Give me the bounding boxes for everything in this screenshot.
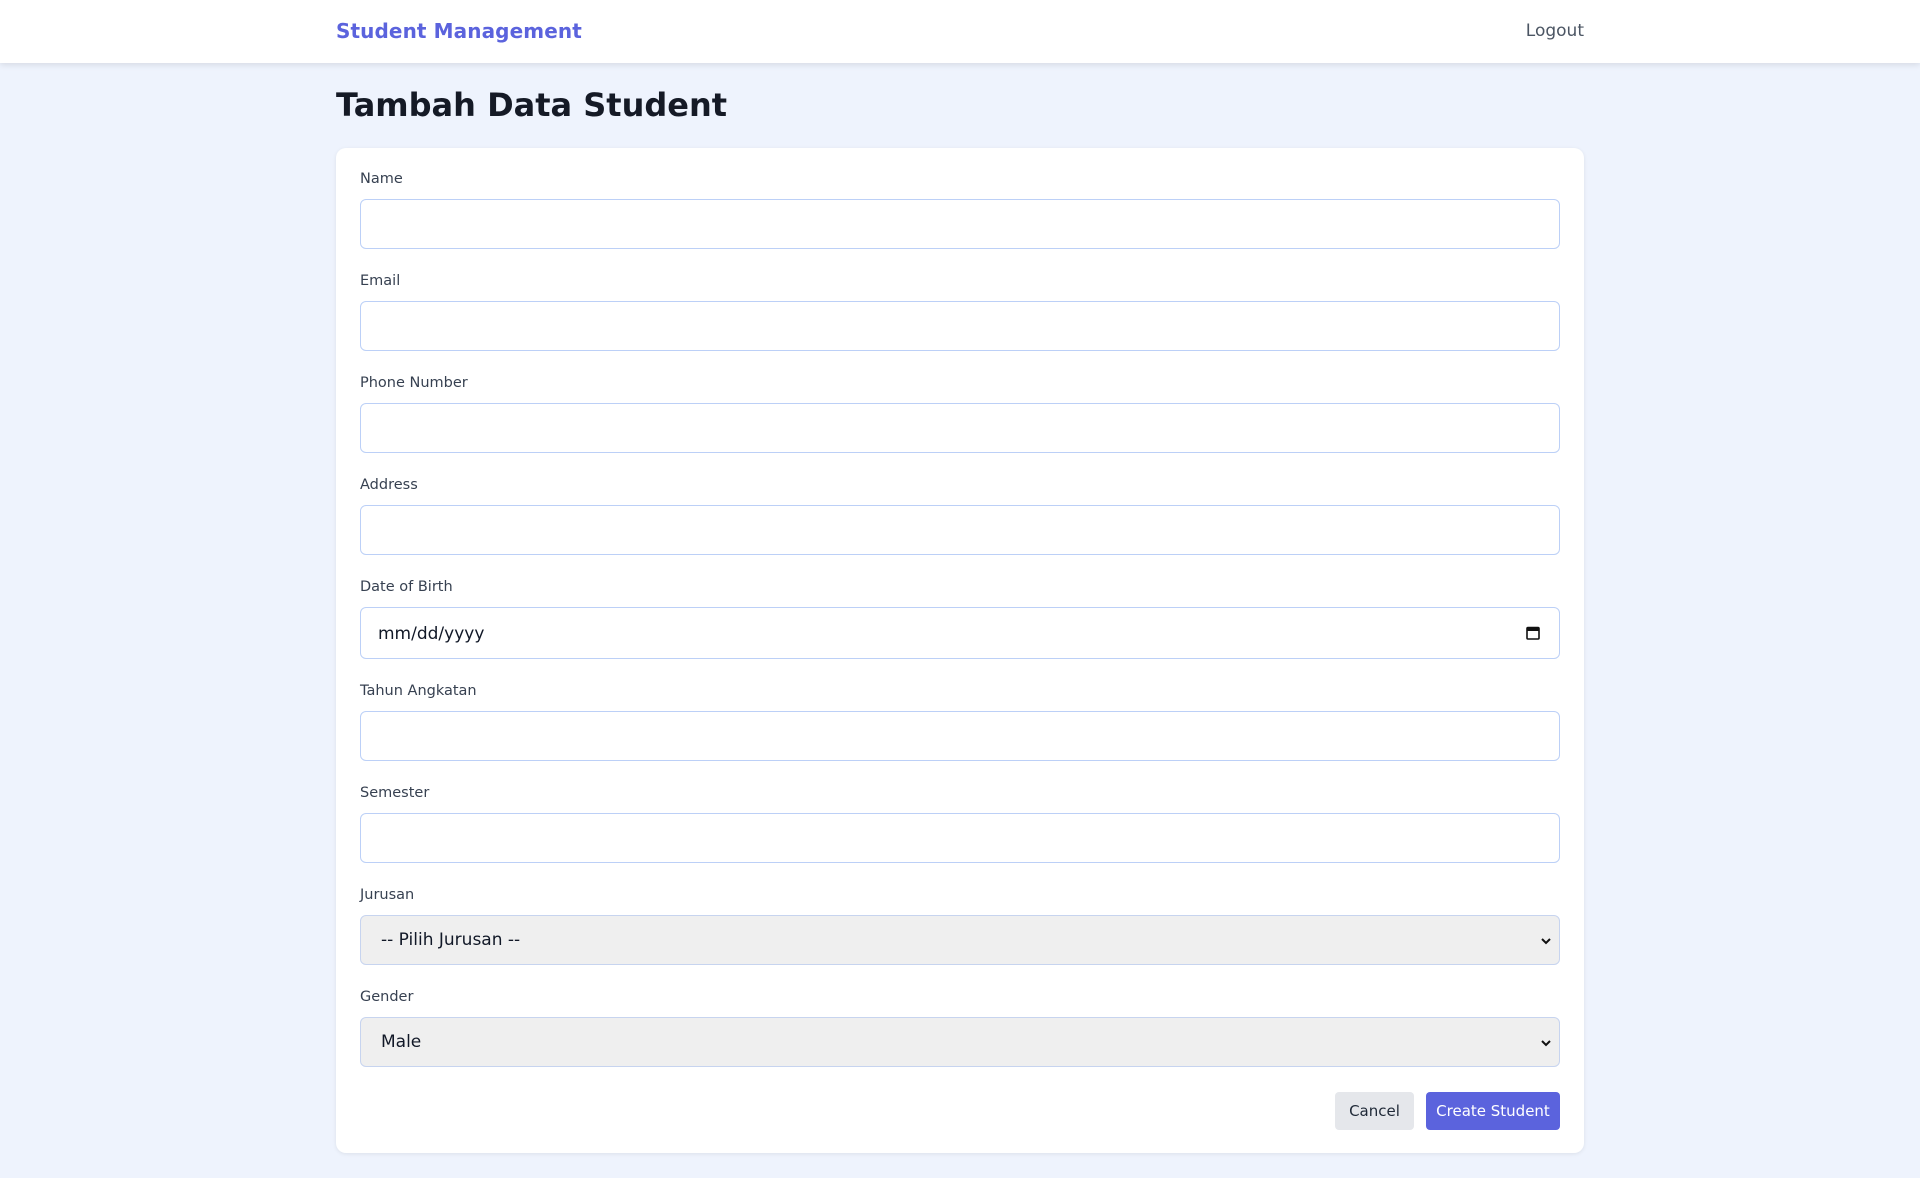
- phone-number-input[interactable]: [360, 403, 1560, 453]
- name-label: Name: [360, 171, 403, 187]
- address-label: Address: [360, 477, 418, 493]
- email-input[interactable]: [360, 301, 1560, 351]
- email-field-group: Email: [360, 271, 1560, 351]
- top-navbar: Student Management Logout: [0, 0, 1920, 63]
- logout-button[interactable]: Logout: [1526, 21, 1584, 41]
- student-form-card: Name Email Phone Number Address Date of …: [336, 148, 1584, 1153]
- chevron-down-icon: [1541, 938, 1551, 945]
- jurusan-select[interactable]: -- Pilih Jurusan --: [360, 915, 1560, 965]
- jurusan-label: Jurusan: [360, 887, 415, 903]
- cancel-button[interactable]: Cancel: [1335, 1092, 1414, 1130]
- date-of-birth-label: Date of Birth: [360, 579, 453, 595]
- create-student-button[interactable]: Create Student: [1426, 1092, 1560, 1130]
- date-of-birth-input[interactable]: mm/dd/yyyy: [360, 607, 1560, 659]
- semester-field-group: Semester: [360, 783, 1560, 863]
- phone-number-label: Phone Number: [360, 375, 468, 391]
- name-input[interactable]: [360, 199, 1560, 249]
- tahun-angkatan-field-group: Tahun Angkatan: [360, 681, 1560, 761]
- chevron-down-icon: [1541, 1040, 1551, 1047]
- address-input[interactable]: [360, 505, 1560, 555]
- gender-label: Gender: [360, 989, 414, 1005]
- gender-selected-value: Male: [381, 1032, 422, 1052]
- date-of-birth-placeholder: mm/dd/yyyy: [378, 624, 485, 644]
- address-field-group: Address: [360, 475, 1560, 555]
- semester-input[interactable]: [360, 813, 1560, 863]
- email-label: Email: [360, 273, 401, 289]
- phone-field-group: Phone Number: [360, 373, 1560, 453]
- calendar-icon[interactable]: [1525, 625, 1541, 641]
- dob-field-group: Date of Birth mm/dd/yyyy: [360, 577, 1560, 659]
- jurusan-field-group: Jurusan -- Pilih Jurusan --: [360, 885, 1560, 965]
- semester-label: Semester: [360, 785, 430, 801]
- gender-field-group: Gender Male: [360, 987, 1560, 1067]
- brand-link[interactable]: Student Management: [336, 19, 582, 43]
- tahun-angkatan-label: Tahun Angkatan: [360, 683, 477, 699]
- tahun-angkatan-input[interactable]: [360, 711, 1560, 761]
- name-field-group: Name: [360, 169, 1560, 249]
- jurusan-selected-value: -- Pilih Jurusan --: [381, 930, 521, 950]
- page-title: Tambah Data Student: [336, 86, 728, 124]
- gender-select[interactable]: Male: [360, 1017, 1560, 1067]
